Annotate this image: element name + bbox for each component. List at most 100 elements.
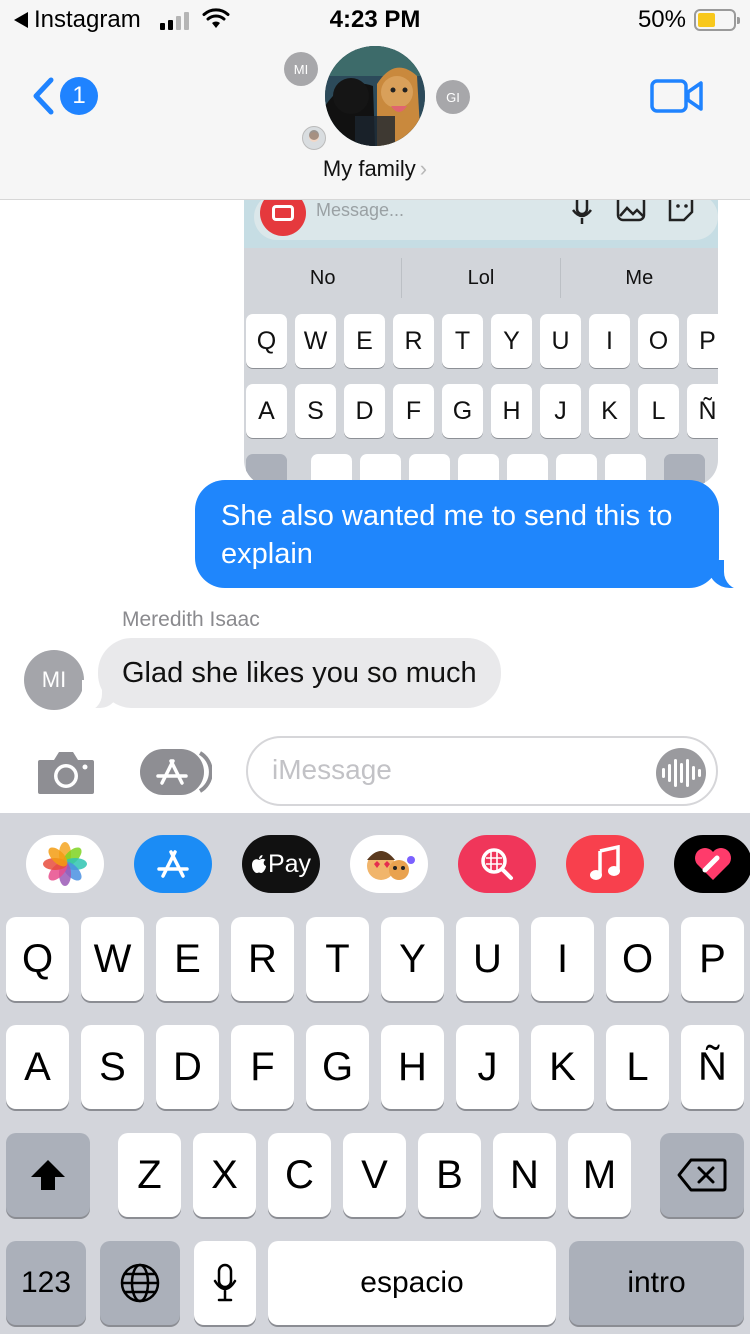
screenshot-key: L: [638, 384, 679, 438]
backspace-icon: [677, 1158, 727, 1192]
key-r[interactable]: R: [231, 917, 294, 1001]
screenshot-key-row-1: Q W E R T Y U I O P: [246, 314, 718, 368]
screenshot-key: T: [442, 314, 483, 368]
search-images-icon[interactable]: [458, 835, 536, 893]
keyboard-area: Pay Q W E R T Y U I O P A S D F G H J K …: [0, 813, 750, 1334]
key-x[interactable]: X: [193, 1133, 256, 1217]
key-w[interactable]: W: [81, 917, 144, 1001]
screenshot-key: H: [491, 384, 532, 438]
music-icon[interactable]: [566, 835, 644, 893]
key-z[interactable]: Z: [118, 1133, 181, 1217]
key-n-tilde[interactable]: Ñ: [681, 1025, 744, 1109]
video-call-icon[interactable]: [650, 78, 704, 114]
member-avatar-mi: MI: [284, 52, 318, 86]
screenshot-key: E: [344, 314, 385, 368]
screenshot-key: I: [589, 314, 630, 368]
key-h[interactable]: H: [381, 1025, 444, 1109]
key-m[interactable]: M: [568, 1133, 631, 1217]
conversation-header: 1 MI GI My family ›: [0, 40, 750, 200]
screenshot-key: U: [540, 314, 581, 368]
screenshot-key: Y: [491, 314, 532, 368]
group-avatar[interactable]: [325, 46, 425, 146]
camera-icon[interactable]: [36, 748, 96, 796]
chevron-left-icon: [33, 77, 54, 115]
sender-avatar[interactable]: MI: [24, 650, 84, 710]
outgoing-message-bubble[interactable]: She also wanted me to send this to expla…: [195, 480, 719, 588]
group-name-label: My family: [322, 156, 416, 181]
shift-arrow-icon: [31, 1160, 65, 1190]
screenshot-key: K: [589, 384, 630, 438]
chevron-right-icon: ›: [419, 156, 428, 181]
key-p[interactable]: P: [681, 917, 744, 1001]
screenshot-key: A: [246, 384, 287, 438]
outgoing-message-text: She also wanted me to send this to expla…: [221, 500, 673, 570]
gallery-icon: [616, 200, 646, 222]
imessage-text-input[interactable]: [272, 754, 632, 786]
memoji-icon[interactable]: [350, 835, 428, 893]
screenshot-key: P: [687, 314, 718, 368]
key-f[interactable]: F: [231, 1025, 294, 1109]
screenshot-key: R: [393, 314, 434, 368]
member-avatar-gi: GI: [436, 80, 470, 114]
sticker-icon: [668, 200, 694, 222]
dogs-photo: [325, 46, 425, 146]
key-e[interactable]: E: [156, 917, 219, 1001]
key-a[interactable]: A: [6, 1025, 69, 1109]
screenshot-key: J: [540, 384, 581, 438]
suggestion-item: Lol: [401, 258, 559, 298]
app-store-icon[interactable]: [134, 835, 212, 893]
key-u[interactable]: U: [456, 917, 519, 1001]
screenshot-key-row-2: A S D F G H J K L Ñ: [246, 384, 718, 438]
imessage-input-field[interactable]: [246, 736, 718, 806]
key-i[interactable]: I: [531, 917, 594, 1001]
screenshot-key: S: [295, 384, 336, 438]
incoming-message-text: Glad she likes you so much: [122, 657, 477, 689]
screenshot-key: F: [393, 384, 434, 438]
screenshot-suggestions: No Lol Me: [244, 258, 718, 298]
app-store-icon: [140, 749, 213, 795]
key-q[interactable]: Q: [6, 917, 69, 1001]
shared-screenshot-image[interactable]: Message... No Lol Me Q W E R T Y U I O P…: [244, 200, 718, 486]
member-avatar-photo: [302, 126, 326, 150]
numbers-key[interactable]: 123: [6, 1241, 86, 1325]
battery-icon: [694, 9, 740, 31]
microphone-icon: [572, 200, 592, 224]
key-n[interactable]: N: [493, 1133, 556, 1217]
key-j[interactable]: J: [456, 1025, 519, 1109]
dictation-key[interactable]: [194, 1241, 256, 1325]
key-t[interactable]: T: [306, 917, 369, 1001]
group-name-button[interactable]: My family ›: [0, 156, 750, 182]
apple-logo-icon: [251, 855, 266, 873]
screenshot-key: Q: [246, 314, 287, 368]
back-button[interactable]: 1: [30, 76, 98, 116]
delete-key[interactable]: [660, 1133, 744, 1217]
battery-percent: 50%: [637, 6, 686, 33]
screenshot-key: Ñ: [687, 384, 718, 438]
return-key[interactable]: intro: [569, 1241, 744, 1325]
key-y[interactable]: Y: [381, 917, 444, 1001]
imessage-app-drawer: Pay: [26, 835, 750, 893]
apple-pay-icon[interactable]: Pay: [242, 835, 320, 893]
space-key[interactable]: espacio: [268, 1241, 556, 1325]
key-d[interactable]: D: [156, 1025, 219, 1109]
key-o[interactable]: O: [606, 917, 669, 1001]
key-b[interactable]: B: [418, 1133, 481, 1217]
key-s[interactable]: S: [81, 1025, 144, 1109]
photos-app-icon[interactable]: [26, 835, 104, 893]
shift-key[interactable]: [6, 1133, 90, 1217]
app-store-toggle-button[interactable]: [138, 747, 213, 795]
screenshot-key: W: [295, 314, 336, 368]
key-l[interactable]: L: [606, 1025, 669, 1109]
globe-icon: [120, 1263, 160, 1303]
audio-message-button[interactable]: [656, 748, 706, 798]
key-k[interactable]: K: [531, 1025, 594, 1109]
screenshot-key: D: [344, 384, 385, 438]
screenshot-input-placeholder: Message...: [316, 200, 405, 220]
incoming-message-bubble[interactable]: Glad she likes you so much: [98, 638, 501, 708]
key-c[interactable]: C: [268, 1133, 331, 1217]
key-g[interactable]: G: [306, 1025, 369, 1109]
key-v[interactable]: V: [343, 1133, 406, 1217]
screenshot-key: O: [638, 314, 679, 368]
digital-touch-icon[interactable]: [674, 835, 750, 893]
globe-key[interactable]: [100, 1241, 180, 1325]
